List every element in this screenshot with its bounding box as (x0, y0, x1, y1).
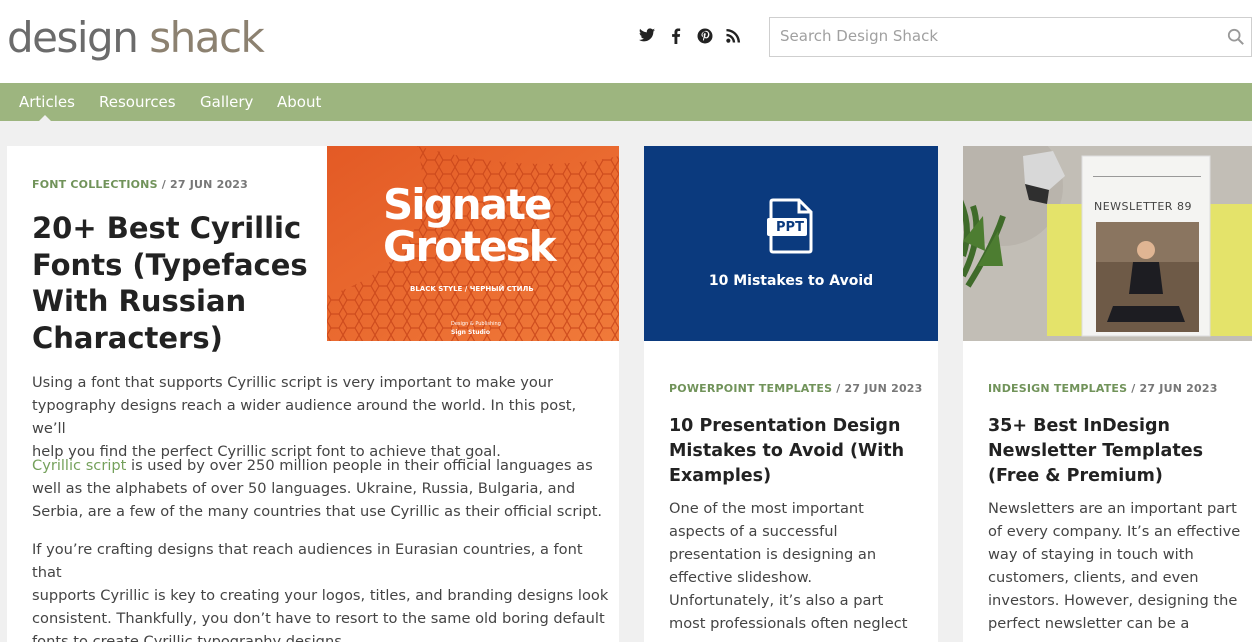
paragraph-line: consistent. Thankfully, you don’t have t… (32, 610, 605, 627)
featured-paragraph-2: Cyrillic script is used by over 250 mill… (32, 454, 612, 523)
article-title-indesign[interactable]: 35+ Best InDesign Newsletter Templates (… (988, 414, 1203, 489)
article-category-link[interactable]: POWERPOINT TEMPLATES (669, 382, 832, 395)
site-logo[interactable]: design shack (7, 12, 265, 64)
site-header: design shack (0, 0, 1252, 83)
pinterest-icon[interactable] (696, 28, 713, 45)
article-meta: POWERPOINT TEMPLATES / 27 JUN 2023 (669, 382, 923, 395)
image-credit-small: Design & Publishing (451, 321, 501, 327)
article-title-ppt[interactable]: 10 Presentation Design Mistakes to Avoid… (669, 414, 904, 489)
excerpt-line: way of staying in touch with (988, 546, 1194, 563)
main-nav: Articles Resources Gallery About (0, 83, 1252, 121)
title-line: 35+ Best InDesign (988, 416, 1170, 436)
search-icon[interactable] (1227, 28, 1245, 46)
image-tagline: BLACK STYLE / ЧЕРНЫЙ СТИЛЬ (410, 285, 534, 293)
title-line: Examples) (669, 466, 772, 486)
title-line: With Russian (32, 284, 247, 318)
paragraph-line: If you’re crafting designs that reach au… (32, 541, 583, 581)
search-input[interactable] (770, 18, 1220, 54)
rss-icon[interactable] (725, 28, 742, 45)
image-title-line2: Grotesk (383, 222, 557, 271)
title-line: 20+ Best Cyrillic (32, 211, 302, 245)
twitter-icon[interactable] (638, 28, 655, 45)
excerpt-line: Unfortunately, it’s also a part (669, 592, 884, 609)
logo-text-shack: shack (149, 13, 265, 62)
excerpt-line: presentation is designing an (669, 546, 877, 563)
title-line: Characters) (32, 320, 223, 355)
featured-article-card: Signate Grotesk BLACK STYLE / ЧЕРНЫЙ СТИ… (7, 146, 619, 642)
nav-item-about[interactable]: About (277, 83, 321, 121)
newsletter-mockup (963, 146, 1252, 341)
article-date: / 27 JUN 2023 (832, 382, 923, 395)
article-excerpt-ppt: One of the most important aspects of a s… (669, 497, 907, 635)
title-line: Mistakes to Avoid (With (669, 441, 905, 461)
excerpt-line: investors. However, designing the (988, 592, 1238, 609)
image-title-line1: Signate (383, 180, 553, 229)
excerpt-line: aspects of a successful (669, 523, 838, 540)
search-box (769, 17, 1252, 57)
article-category-link[interactable]: INDESIGN TEMPLATES (988, 382, 1127, 395)
excerpt-line: customers, clients, and even (988, 569, 1199, 586)
paragraph-line: Using a font that supports Cyrillic scri… (32, 374, 554, 391)
article-card-ppt: PPT 10 Mistakes to Avoid POWERPOINT TEMP… (644, 146, 938, 642)
article-meta: INDESIGN TEMPLATES / 27 JUN 2023 (988, 382, 1218, 395)
nav-item-resources[interactable]: Resources (99, 83, 176, 121)
image-credit: Sign Studio (451, 329, 490, 336)
excerpt-line: of every company. It’s an effective (988, 523, 1241, 540)
title-line: 10 Presentation Design (669, 416, 901, 436)
featured-paragraph-3: If you’re crafting designs that reach au… (32, 538, 612, 642)
title-line: Fonts (Typefaces (32, 247, 308, 282)
featured-article-title[interactable]: 20+ Best Cyrillic Fonts (Typefaces With … (32, 210, 322, 356)
paragraph-line: supports Cyrillic is key to creating you… (32, 587, 609, 604)
paragraph-line: fonts to create Cyrillic typography desi… (32, 633, 347, 642)
cyrillic-script-link[interactable]: Cyrillic script (32, 457, 126, 474)
article-meta: FONT COLLECTIONS / 27 JUN 2023 (32, 178, 248, 191)
article-excerpt-indesign: Newsletters are an important part of eve… (988, 497, 1240, 635)
article-image-newsletter[interactable]: NEWSLETTER 89 (963, 146, 1252, 341)
magazine-title: NEWSLETTER 89 (1094, 200, 1192, 213)
excerpt-line: effective slideshow. (669, 569, 813, 586)
paragraph-line: well as the alphabets of over 50 languag… (32, 480, 576, 497)
article-category-link[interactable]: FONT COLLECTIONS (32, 178, 158, 191)
paragraph-text: is used by over 250 million people in th… (126, 457, 593, 474)
article-card-indesign: NEWSLETTER 89 INDESIGN TEMPLATES / 27 JU… (963, 146, 1252, 642)
paragraph-line: typography designs reach a wider audienc… (32, 397, 577, 437)
title-line: (Free & Premium) (988, 466, 1163, 486)
excerpt-line: Newsletters are an important part (988, 500, 1237, 517)
facebook-icon[interactable] (667, 28, 684, 45)
logo-text-design: design (7, 13, 139, 62)
social-links (638, 28, 742, 45)
paragraph-line: Serbia, are a few of the many countries … (32, 503, 603, 520)
title-line: Newsletter Templates (988, 441, 1203, 461)
ppt-badge-text: PPT (776, 220, 804, 235)
featured-article-image[interactable]: Signate Grotesk BLACK STYLE / ЧЕРНЫЙ СТИ… (327, 146, 619, 341)
excerpt-line: most professionals often neglect (669, 615, 908, 632)
article-image-ppt[interactable]: PPT 10 Mistakes to Avoid (644, 146, 938, 341)
excerpt-line: One of the most important (669, 500, 864, 517)
ppt-image-caption: 10 Mistakes to Avoid (708, 273, 874, 289)
paragraph-line: Cyrillic script is used by over 250 mill… (32, 454, 612, 477)
nav-item-gallery[interactable]: Gallery (200, 83, 253, 121)
article-date: / 27 JUN 2023 (1127, 382, 1218, 395)
article-date: / 27 JUN 2023 (157, 178, 249, 191)
excerpt-line: perfect newsletter can be a (988, 615, 1190, 632)
active-nav-indicator (39, 115, 51, 121)
featured-paragraph-1: Using a font that supports Cyrillic scri… (32, 371, 612, 463)
